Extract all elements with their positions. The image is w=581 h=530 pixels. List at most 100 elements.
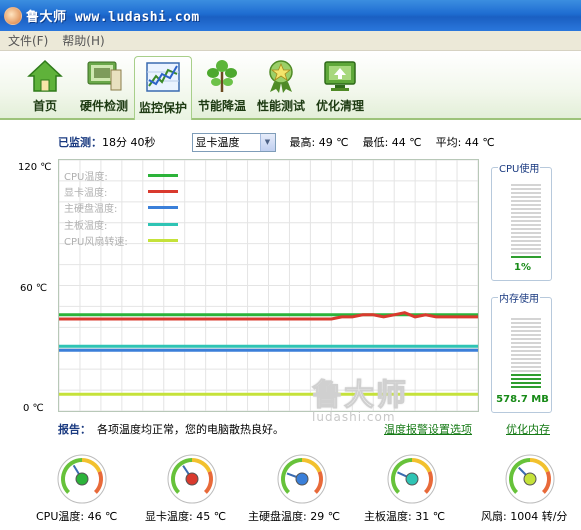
gauge-dial [164,451,220,507]
meter-segment [511,212,541,214]
meter-segment [511,374,541,376]
legend-swatch [148,222,178,226]
optimize-memory-link[interactable]: 优化内存 [506,421,550,437]
legend-item: 主硬盘温度: [64,200,178,216]
memory-usage-meter: 内存使用 578.7 MB [491,290,552,413]
legend-swatch [148,206,178,210]
meter-segment [511,330,541,332]
meter-segment [511,216,541,218]
tab-optimize-clean[interactable]: 优化清理 [311,52,369,118]
hardware-icon [87,61,122,91]
max-temp: 最高: 49 ℃ [290,134,349,150]
meter-segment [511,358,541,360]
meter-segment [511,342,541,344]
meter-segment [511,322,541,324]
chevron-down-icon[interactable]: ▼ [259,133,275,151]
meter-segment [511,370,541,372]
tab-monitor-protect[interactable]: 监控保护 [134,56,192,120]
legend-item-label: CPU风扇转速: [64,237,128,249]
avg-temp: 平均: 44 ℃ [436,134,495,150]
meter-segment [511,244,541,246]
memory-usage-title: 内存使用 [498,290,540,305]
tab-optimize-clean-label: 优化清理 [315,99,364,113]
tab-performance-test-label: 性能测试 [256,99,305,113]
legend-item: 主板温度: [64,216,178,232]
max-temp-value: 49 ℃ [318,136,349,149]
cpu-usage-meter: CPU使用 1% [491,160,552,281]
max-temp-label: 最高: [289,136,316,149]
meter-segment [511,184,541,186]
legend-item-label: 主硬盘温度: [64,204,118,216]
legend-item: CPU风扇转速: [64,233,178,249]
gauge-dial [274,451,330,507]
avg-temp-value: 44 ℃ [464,136,495,149]
legend-item-label: CPU温度: [64,171,108,183]
chart-legend: CPU温度: 显卡温度: 主硬盘温度: 主板温度: CPU风扇转速: [64,167,178,249]
tab-performance-test[interactable]: 性能测试 [252,52,310,118]
meter-segment [511,326,541,328]
home-icon [27,59,63,92]
gauge-dial [502,451,558,507]
meter-segment [511,252,541,254]
meter-segment [511,192,541,194]
meter-segment [511,386,541,388]
min-temp: 最低: 44 ℃ [363,134,422,150]
watermark: 鲁大师 ludashi.com [312,370,408,425]
legend-swatch [148,239,178,243]
meter-segment [511,256,541,258]
tab-energy-saving[interactable]: 节能降温 [193,52,251,118]
meter-segment [511,220,541,222]
legend-swatch [148,173,178,177]
report-line: 报告： 各项温度均正常，您的电脑散热良好。 [58,421,284,437]
meter-segment [511,188,541,190]
app-logo-icon [4,6,22,25]
tab-home[interactable]: 首页 [16,52,74,118]
legend-item: 显卡温度: [64,183,178,199]
menu-bar: 文件(F) 帮助(H) [0,31,581,51]
meter-segment [511,346,541,348]
meter-segment [511,350,541,352]
meter-segment [511,196,541,198]
gauge-label: 主板温度: 31 ℃ [364,510,446,523]
report-text: 各项温度均正常，您的电脑散热良好。 [97,423,284,436]
meter-segment [511,228,541,230]
meter-segment [511,334,541,336]
menu-help[interactable]: 帮助(H) [62,32,104,49]
elapsed-label: 已监测： [58,136,102,149]
star-medal-icon [269,60,293,93]
main-toolbar: 首页 硬件检测 监控保护 节能降温 性能测试 优化清理 [0,52,581,120]
title-bar[interactable]: 鲁大师 www.ludashi.com [0,0,581,31]
gauge-dial [384,451,440,507]
cpu-usage-title: CPU使用 [498,160,541,175]
memory-usage-value: 578.7 MB [496,394,549,405]
meter-segment [511,232,541,234]
gauge-label: 风扇: 1004 转/分 [481,510,568,523]
memory-usage-bars [511,318,541,390]
legend-swatch [148,190,178,194]
legend-item-label: 主板温度: [64,220,108,232]
gauge-label: 主硬盘温度: 29 ℃ [248,510,341,523]
cpu-usage-bars [511,184,541,260]
tab-energy-saving-label: 节能降温 [197,99,246,113]
tab-monitor-protect-label: 监控保护 [138,101,187,115]
meter-segment [511,354,541,356]
meter-segment [511,378,541,380]
legend-item: CPU温度: [64,167,178,183]
meter-segment [511,204,541,206]
legend-item-label: 显卡温度: [64,188,108,200]
y-tick-label: 120 ℃ [18,162,52,173]
tab-hardware-check[interactable]: 硬件检测 [75,52,133,118]
window-title: 鲁大师 www.ludashi.com [26,10,200,25]
monitor-chart-icon [146,62,180,92]
meter-segment [511,240,541,242]
meter-segment [511,362,541,364]
menu-file[interactable]: 文件(F) [8,32,48,49]
sensor-select[interactable]: 显卡温度 ▼ [191,132,276,152]
min-temp-value: 44 ℃ [391,136,422,149]
meter-segment [511,382,541,384]
meter-segment [511,236,541,238]
alarm-settings-link[interactable]: 温度报警设置选项 [384,421,472,437]
y-tick-label: 0 ℃ [23,403,44,414]
meter-segment [511,208,541,210]
meter-segment [511,318,541,320]
